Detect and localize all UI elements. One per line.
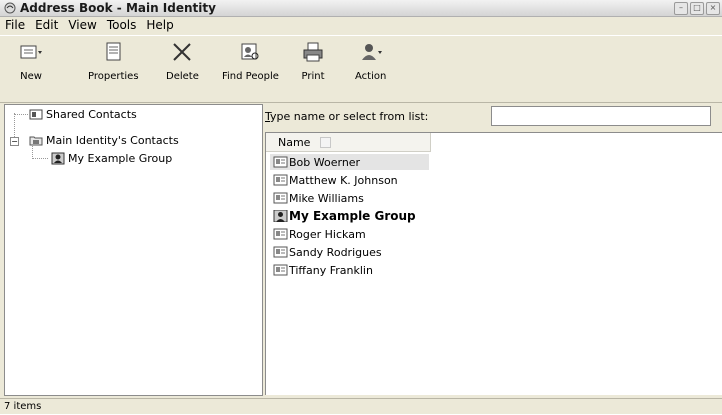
close-button[interactable]: × bbox=[706, 2, 720, 15]
list-item[interactable]: Bob Woerner bbox=[270, 154, 429, 170]
menu-tools[interactable]: Tools bbox=[102, 17, 142, 34]
search-label: Type name or select from list: bbox=[265, 110, 428, 123]
column-label: Name bbox=[278, 136, 311, 149]
new-button[interactable]: New bbox=[18, 40, 44, 82]
list-item[interactable]: My Example Group bbox=[273, 208, 416, 224]
new-card-icon bbox=[20, 45, 42, 59]
tree-item-main-contacts[interactable]: Main Identity's Contacts bbox=[29, 133, 179, 148]
tree-item-shared-contacts[interactable]: Shared Contacts bbox=[29, 107, 137, 122]
collapse-toggle[interactable]: − bbox=[10, 137, 19, 146]
menu-file[interactable]: File bbox=[0, 17, 30, 34]
contact-card-icon bbox=[273, 156, 288, 168]
contact-name: Roger Hickam bbox=[289, 227, 366, 241]
tree-item-group[interactable]: My Example Group bbox=[51, 151, 172, 166]
title-bar[interactable]: Address Book - Main Identity – □ × bbox=[0, 0, 722, 17]
toolbar: New Properties Delete Find People Print … bbox=[0, 35, 722, 103]
x-delete-icon bbox=[173, 43, 192, 61]
print-label: Print bbox=[301, 71, 325, 82]
printer-icon bbox=[303, 42, 323, 62]
status-text: 7 items bbox=[4, 401, 42, 412]
menu-help[interactable]: Help bbox=[141, 17, 178, 34]
group-icon bbox=[51, 152, 65, 165]
list-item[interactable]: Mike Williams bbox=[273, 190, 364, 206]
action-button[interactable]: Action bbox=[355, 40, 386, 82]
new-label: New bbox=[20, 71, 42, 82]
minimize-button[interactable]: – bbox=[674, 2, 688, 15]
address-book-icon bbox=[4, 2, 16, 14]
find-people-button[interactable]: Find People bbox=[222, 40, 279, 82]
delete-button[interactable]: Delete bbox=[166, 40, 199, 82]
tree-connector bbox=[32, 158, 48, 159]
status-bar: 7 items bbox=[0, 398, 722, 415]
window-controls: – □ × bbox=[674, 2, 720, 15]
contacts-pane: Type name or select from list: Name Bob … bbox=[265, 104, 722, 395]
contact-name: Matthew K. Johnson bbox=[289, 173, 398, 187]
contact-card-icon bbox=[273, 192, 288, 204]
tree-label: Shared Contacts bbox=[46, 108, 137, 121]
contact-name: Tiffany Franklin bbox=[289, 263, 373, 277]
contact-card-icon bbox=[273, 246, 288, 258]
search-input[interactable] bbox=[491, 106, 711, 126]
properties-button[interactable]: Properties bbox=[88, 40, 139, 82]
properties-label: Properties bbox=[88, 71, 139, 82]
shared-contacts-icon bbox=[29, 109, 43, 120]
print-button[interactable]: Print bbox=[300, 40, 326, 82]
list-item[interactable]: Tiffany Franklin bbox=[273, 262, 373, 278]
list-item[interactable]: Matthew K. Johnson bbox=[273, 172, 398, 188]
maximize-button[interactable]: □ bbox=[690, 2, 704, 15]
window-title: Address Book - Main Identity bbox=[20, 1, 216, 15]
contact-card-icon bbox=[273, 174, 288, 186]
search-label-text: ype name or select from list: bbox=[270, 110, 429, 123]
find-people-label: Find People bbox=[222, 71, 279, 82]
tree-label: My Example Group bbox=[68, 152, 173, 165]
tree-label: Main Identity's Contacts bbox=[46, 134, 179, 147]
contact-name: My Example Group bbox=[289, 209, 416, 223]
contact-name: Bob Woerner bbox=[289, 155, 361, 169]
tree-connector bbox=[14, 114, 28, 115]
properties-sheet-icon bbox=[106, 42, 121, 61]
contact-name: Mike Williams bbox=[289, 191, 364, 205]
menu-edit[interactable]: Edit bbox=[30, 17, 63, 34]
action-person-icon bbox=[361, 44, 382, 60]
contact-list[interactable]: Name Bob Woerner Matthew K. Johnson Mike… bbox=[265, 132, 722, 395]
address-book-window: Address Book - Main Identity – □ × File … bbox=[0, 0, 722, 414]
group-icon bbox=[273, 210, 288, 222]
list-item[interactable]: Sandy Rodrigues bbox=[273, 244, 382, 260]
list-item[interactable]: Roger Hickam bbox=[273, 226, 366, 242]
name-column-header[interactable]: Name bbox=[266, 133, 431, 152]
action-label: Action bbox=[355, 71, 387, 82]
delete-label: Delete bbox=[166, 71, 199, 82]
contact-card-icon bbox=[273, 264, 288, 276]
contact-name: Sandy Rodrigues bbox=[289, 245, 382, 259]
find-people-icon bbox=[241, 43, 259, 60]
folder-contacts-icon bbox=[29, 136, 43, 146]
menu-view[interactable]: View bbox=[63, 17, 101, 34]
sort-indicator-icon bbox=[320, 137, 331, 148]
menu-bar: File Edit View Tools Help bbox=[0, 17, 722, 34]
folder-tree[interactable]: Shared Contacts − Main Identity's Contac… bbox=[4, 104, 263, 396]
contact-card-icon bbox=[273, 228, 288, 240]
